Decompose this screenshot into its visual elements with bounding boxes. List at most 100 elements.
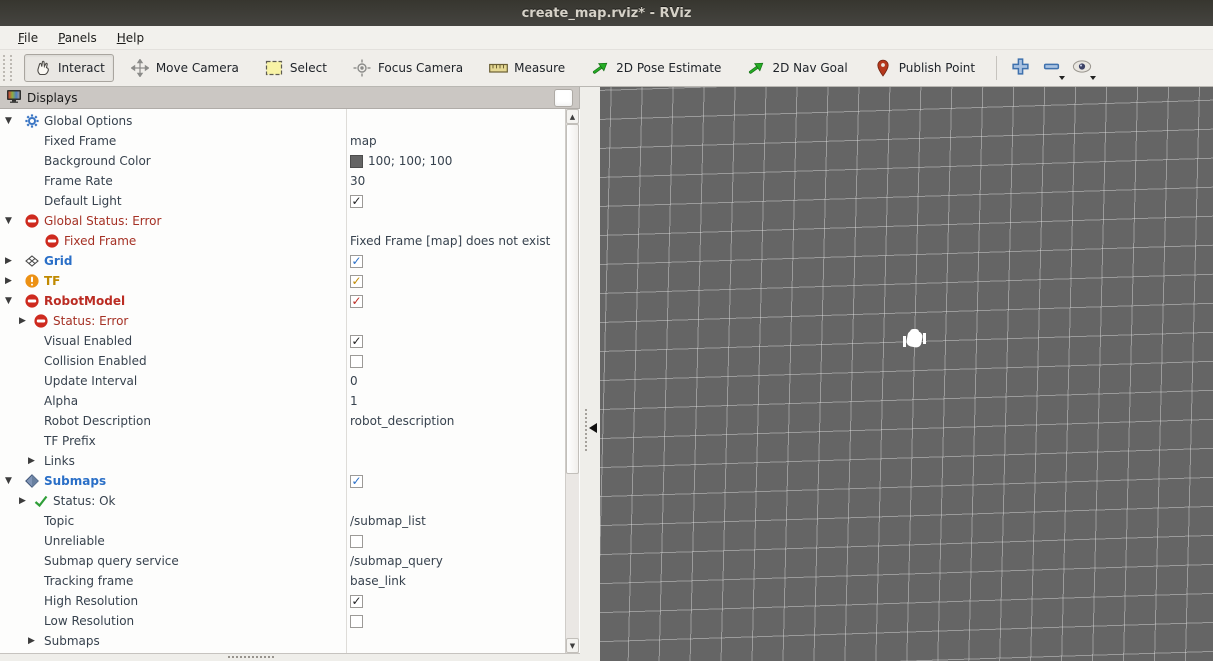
row-value[interactable]: 1 xyxy=(350,394,358,408)
tree-row[interactable]: ▼Global Status: Error xyxy=(0,211,565,231)
row-label: Alpha xyxy=(44,394,78,408)
tree-row[interactable]: ▼Submaps✓ xyxy=(0,471,565,491)
tree-row[interactable]: ▶Status: Error xyxy=(0,311,565,331)
tool-2d-pose-estimate[interactable]: 2D Pose Estimate xyxy=(582,54,730,82)
tree-row[interactable]: Background Color 100; 100; 100 xyxy=(0,151,565,171)
tool-label: 2D Pose Estimate xyxy=(616,61,721,75)
titlebar[interactable]: create_map.rviz* - RViz xyxy=(0,0,1213,26)
tool-focus-camera[interactable]: Focus Camera xyxy=(344,54,472,82)
panel-viewport-splitter[interactable] xyxy=(580,87,600,661)
tree-row[interactable]: Tracking framebase_link xyxy=(0,571,565,591)
row-label: Unreliable xyxy=(44,534,105,548)
row-checkbox[interactable]: ✓ xyxy=(350,595,363,608)
tree-row[interactable]: Fixed Framemap xyxy=(0,131,565,151)
dropdown-caret-icon[interactable] xyxy=(1059,76,1065,80)
menu-item-file[interactable]: File xyxy=(8,29,48,47)
tool-interact[interactable]: Interact xyxy=(24,54,114,82)
dropdown-caret-icon[interactable] xyxy=(1090,76,1096,80)
expand-arrow-icon[interactable]: ▶ xyxy=(28,456,35,466)
tree-row[interactable]: Collision Enabled xyxy=(0,351,565,371)
row-checkbox[interactable] xyxy=(350,355,363,368)
tree-row[interactable]: Frame Rate30 xyxy=(0,171,565,191)
displays-panel-header[interactable]: Displays xyxy=(0,87,579,109)
tree-row[interactable]: TF Prefix xyxy=(0,431,565,451)
row-label: Visual Enabled xyxy=(44,334,132,348)
add-tool-button[interactable] xyxy=(1007,55,1033,81)
row-checkbox[interactable]: ✓ xyxy=(350,295,363,308)
remove-tool-button[interactable] xyxy=(1038,55,1064,81)
displays-tree: ▼Global OptionsFixed FramemapBackground … xyxy=(0,109,580,653)
menu-item-help[interactable]: Help xyxy=(107,29,154,47)
tree-row[interactable]: Topic/submap_list xyxy=(0,511,565,531)
row-checkbox[interactable]: ✓ xyxy=(350,195,363,208)
expand-arrow-icon[interactable]: ▼ xyxy=(5,116,12,126)
expand-arrow-icon[interactable]: ▶ xyxy=(28,636,35,646)
row-value[interactable]: /submap_list xyxy=(350,514,426,528)
row-value[interactable]: Fixed Frame [map] does not exist xyxy=(350,234,550,248)
scroll-up-button[interactable]: ▲ xyxy=(566,109,579,124)
tree-row[interactable]: High Resolution ✓ xyxy=(0,591,565,611)
tool-select[interactable]: Select xyxy=(256,54,336,82)
color-swatch[interactable] xyxy=(350,155,363,168)
bottom-panel-splitter[interactable] xyxy=(0,653,580,661)
row-label: Background Color xyxy=(44,154,151,168)
tree-row[interactable]: ▶Status: Ok xyxy=(0,491,565,511)
row-checkbox[interactable] xyxy=(350,615,363,628)
nav-arrow-icon xyxy=(747,59,766,77)
row-checkbox[interactable]: ✓ xyxy=(350,475,363,488)
expand-arrow-icon[interactable]: ▼ xyxy=(5,216,12,226)
row-value[interactable]: map xyxy=(350,134,377,148)
tree-row[interactable]: ▶TF✓ xyxy=(0,271,565,291)
row-checkbox[interactable]: ✓ xyxy=(350,255,363,268)
tree-scrollbar[interactable]: ▲ ▼ xyxy=(565,109,579,653)
scrollbar-thumb[interactable] xyxy=(566,124,579,474)
tree-row[interactable]: ▶Submaps xyxy=(0,631,565,651)
tree-row[interactable]: Robot Descriptionrobot_description xyxy=(0,411,565,431)
tree-row[interactable]: ▼Global Options xyxy=(0,111,565,131)
expand-arrow-icon[interactable]: ▼ xyxy=(5,296,12,306)
toolbar-drag-handle[interactable] xyxy=(3,55,12,81)
row-value[interactable]: 30 xyxy=(350,174,365,188)
row-value[interactable]: 0 xyxy=(350,374,358,388)
collapse-panel-arrow-icon[interactable] xyxy=(589,423,597,433)
row-label: TF Prefix xyxy=(44,434,96,448)
panel-float-button[interactable] xyxy=(554,89,573,107)
row-checkbox[interactable] xyxy=(350,535,363,548)
row-value[interactable]: 100; 100; 100 xyxy=(368,154,452,168)
splitter-handle-dots xyxy=(585,409,587,451)
3d-viewport[interactable] xyxy=(600,87,1213,661)
publish-pin-icon xyxy=(874,59,893,77)
tool-publish-point[interactable]: Publish Point xyxy=(865,54,984,82)
row-value[interactable]: /submap_query xyxy=(350,554,443,568)
tree-row[interactable]: Default Light✓ xyxy=(0,191,565,211)
scroll-down-button[interactable]: ▼ xyxy=(566,638,579,653)
visibility-tool-button[interactable] xyxy=(1069,55,1095,81)
tree-row[interactable]: Update Interval0 xyxy=(0,371,565,391)
row-value[interactable]: base_link xyxy=(350,574,406,588)
row-label: High Resolution xyxy=(44,594,138,608)
tool-move-camera[interactable]: Move Camera xyxy=(122,54,248,82)
row-value[interactable]: robot_description xyxy=(350,414,454,428)
tree-row[interactable]: Visual Enabled ✓ xyxy=(0,331,565,351)
expand-arrow-icon[interactable]: ▶ xyxy=(19,496,26,506)
tree-row[interactable]: ▶Grid✓ xyxy=(0,251,565,271)
expand-arrow-icon[interactable]: ▶ xyxy=(19,316,26,326)
tool-measure[interactable]: Measure xyxy=(480,54,574,82)
expand-arrow-icon[interactable]: ▶ xyxy=(5,256,12,266)
tree-row[interactable]: Alpha 1 xyxy=(0,391,565,411)
menu-item-panels[interactable]: Panels xyxy=(48,29,107,47)
tree-row[interactable]: Fixed FrameFixed Frame [map] does not ex… xyxy=(0,231,565,251)
tree-row[interactable]: ▼RobotModel✓ xyxy=(0,291,565,311)
focus-crosshair-icon xyxy=(353,59,372,77)
window-title: create_map.rviz* - RViz xyxy=(522,6,692,21)
expand-arrow-icon[interactable]: ▶ xyxy=(5,276,12,286)
tree-row[interactable]: Unreliable xyxy=(0,531,565,551)
tree-row[interactable]: ▶Links xyxy=(0,451,565,471)
row-checkbox[interactable]: ✓ xyxy=(350,275,363,288)
interact-hand-icon xyxy=(33,59,52,77)
tree-row[interactable]: Low Resolution xyxy=(0,611,565,631)
row-checkbox[interactable]: ✓ xyxy=(350,335,363,348)
tree-row[interactable]: Submap query service/submap_query xyxy=(0,551,565,571)
tool-2d-nav-goal[interactable]: 2D Nav Goal xyxy=(738,54,856,82)
expand-arrow-icon[interactable]: ▼ xyxy=(5,476,12,486)
